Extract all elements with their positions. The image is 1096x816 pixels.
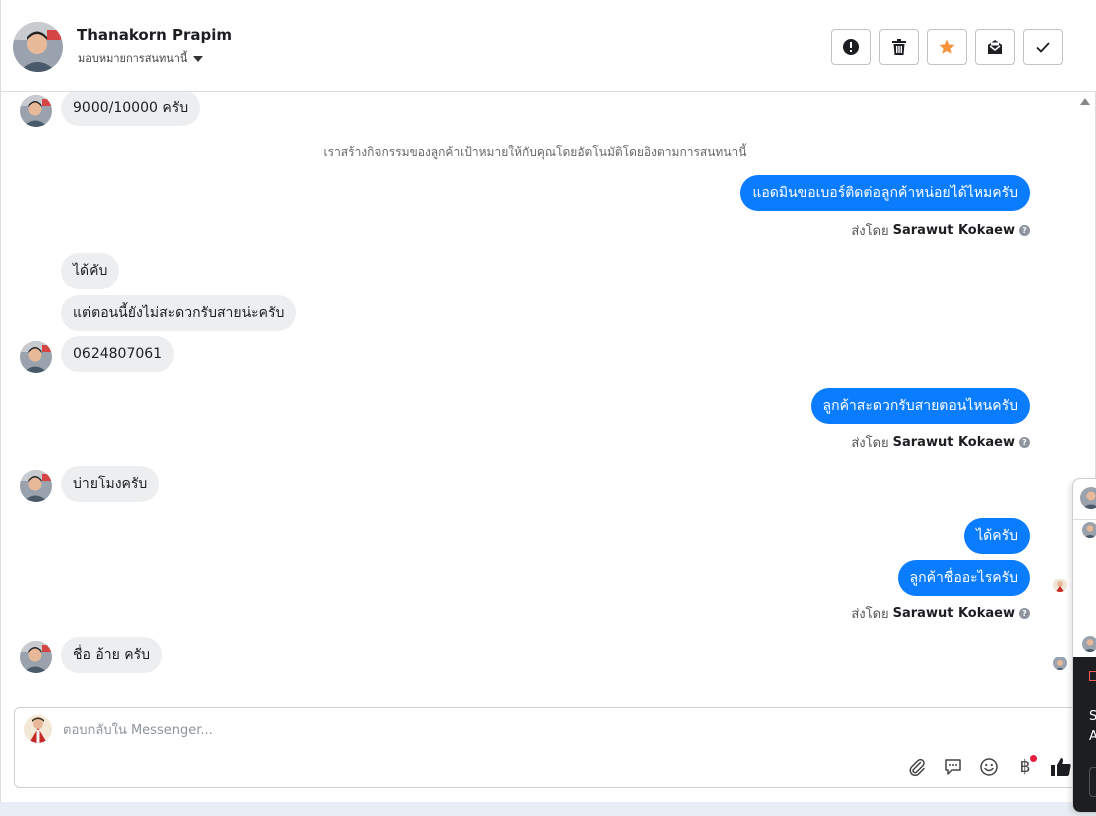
message-outgoing[interactable]: ลูกค้าสะดวกรับสายตอนไหนครับ <box>810 388 1030 424</box>
contact-avatar-small <box>20 95 52 127</box>
star-icon <box>939 39 955 54</box>
attach-button[interactable] <box>905 755 929 779</box>
contact-avatar-small <box>20 641 52 673</box>
message-thread[interactable]: 9000/10000 ครับ เราสร้างกิจกรรมของลูกค้า… <box>1 92 1077 704</box>
trash-icon <box>892 39 906 55</box>
like-button[interactable] <box>1049 755 1073 779</box>
message-incoming[interactable]: บ่ายโมงครับ <box>61 466 160 502</box>
mark-spam-button[interactable] <box>831 29 871 65</box>
reply-input[interactable] <box>63 720 963 740</box>
sent-by-label: ส่งโดย Sarawut Kokaew ? <box>851 432 1030 453</box>
agent-avatar <box>24 715 52 743</box>
mark-done-button[interactable] <box>1023 29 1063 65</box>
toast-action-button[interactable] <box>1089 767 1096 797</box>
message-outgoing[interactable]: ลูกค้าชื่ออะไรครับ <box>897 560 1030 596</box>
chat-head-avatar[interactable] <box>1080 487 1096 509</box>
sent-by-agent[interactable]: Sarawut Kokaew <box>893 223 1015 238</box>
message-incoming[interactable]: ชื่อ อ้าย ครับ <box>61 637 163 673</box>
conversation-header: Thanakorn Prapim มอบหมายการสนทนานี้ <box>1 0 1096 92</box>
scroll-up-arrow-icon[interactable] <box>1080 98 1090 105</box>
contact-avatar-small <box>20 341 52 373</box>
message-incoming[interactable]: 9000/10000 ครับ <box>61 92 201 126</box>
sent-by-label: ส่งโดย Sarawut Kokaew ? <box>851 603 1030 624</box>
popup-toast[interactable]: S A <box>1073 657 1096 812</box>
chat-head-avatar[interactable] <box>1082 522 1096 538</box>
assign-conversation-dropdown[interactable]: มอบหมายการสนทนานี้ <box>78 49 204 67</box>
baht-payment-icon: ฿ <box>1019 757 1031 777</box>
envelope-icon <box>988 40 1002 54</box>
message-incoming[interactable]: 0624807061 <box>61 336 175 372</box>
message-outgoing[interactable]: ได้ครับ <box>964 518 1030 554</box>
toast-text-line2: A <box>1089 729 1096 744</box>
delete-button[interactable] <box>879 29 919 65</box>
help-icon[interactable]: ? <box>1019 225 1030 236</box>
caret-down-icon <box>193 55 204 62</box>
message-outgoing[interactable]: แอดมินขอเบอร์ติดต่อลูกค้าหน่อยได้ไหมครับ <box>740 175 1030 211</box>
sent-by-prefix: ส่งโดย <box>851 436 889 451</box>
alert-circle-icon <box>843 39 859 55</box>
calendar-icon <box>1089 671 1096 681</box>
sent-by-agent[interactable]: Sarawut Kokaew <box>893 435 1015 450</box>
sent-by-prefix: ส่งโดย <box>851 224 889 239</box>
thumbs-up-icon <box>1051 758 1071 776</box>
contact-avatar-small <box>20 470 52 502</box>
chat-head-avatar[interactable] <box>1082 636 1096 652</box>
help-icon[interactable]: ? <box>1019 608 1030 619</box>
divider <box>1073 519 1096 520</box>
emoji-button[interactable] <box>977 755 1001 779</box>
assign-label: มอบหมายการสนทนานี้ <box>78 52 188 65</box>
contact-seen-avatar-icon <box>1053 656 1067 670</box>
saved-replies-button[interactable] <box>941 755 965 779</box>
paperclip-icon <box>909 758 925 777</box>
mark-unread-button[interactable] <box>975 29 1015 65</box>
conversation-panel: Thanakorn Prapim มอบหมายการสนทนานี้ 9000… <box>0 0 1096 802</box>
seen-avatar-icon <box>1053 578 1067 592</box>
sent-by-prefix: ส่งโดย <box>851 607 889 622</box>
contact-avatar[interactable] <box>13 22 63 72</box>
sent-by-label: ส่งโดย Sarawut Kokaew ? <box>851 220 1030 241</box>
emoji-icon <box>980 758 998 776</box>
help-icon[interactable]: ? <box>1019 437 1030 448</box>
star-button[interactable] <box>927 29 967 65</box>
check-icon <box>1036 42 1050 53</box>
message-incoming[interactable]: ได้คับ <box>61 253 120 289</box>
chat-head-popup[interactable]: S A <box>1072 478 1096 813</box>
contact-name: Thanakorn Prapim <box>77 26 233 44</box>
reply-composer: ฿ <box>14 707 1084 788</box>
saved-reply-icon <box>945 759 961 775</box>
toast-text-line1: S <box>1089 709 1096 724</box>
message-incoming[interactable]: แต่ตอนนี้ยังไม่สะดวกรับสายน่ะครับ <box>61 295 297 331</box>
sent-by-agent[interactable]: Sarawut Kokaew <box>893 606 1015 621</box>
notification-dot <box>1030 755 1037 762</box>
system-note: เราสร้างกิจกรรมของลูกค้าเป้าหมายให้กับคุ… <box>323 145 747 159</box>
payment-button[interactable]: ฿ <box>1013 755 1037 779</box>
